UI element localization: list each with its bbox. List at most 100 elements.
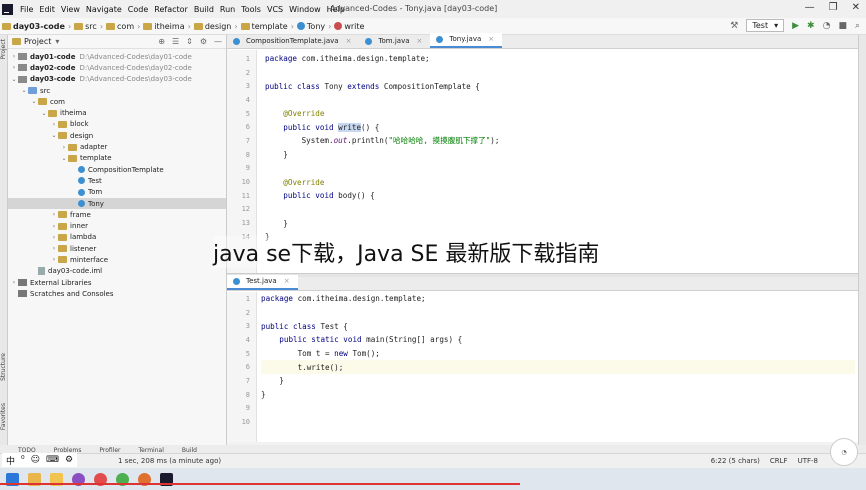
breadcrumb: day03-code › src › com › itheima › design › templa… [2,22,364,31]
menu-tools[interactable]: Tools [241,5,261,14]
tree-item[interactable]: Scratches and Consoles [8,288,226,299]
line-separator[interactable]: CRLF [770,457,788,465]
menu-vcs[interactable]: VCS [267,5,283,14]
breadcrumb-item[interactable]: › design [185,22,232,31]
tree-item[interactable]: ⌄ design [8,130,226,141]
expand-arrow-icon[interactable]: ⌄ [30,98,38,105]
tree-item[interactable]: CompositionTemplate [8,164,226,175]
code-area[interactable]: package com.itheima.design.template; publ… [265,52,855,244]
code-token: } [261,376,284,386]
tree-item[interactable]: › adapter [8,141,226,152]
tree-item[interactable]: day03-code.iml [8,266,226,277]
tree-item[interactable]: › inner [8,220,226,231]
build-hammer-icon[interactable]: ⚒ [730,21,738,31]
tree-item[interactable]: › day01-code D:\Advanced-Codes\day01-code [8,51,226,62]
file-encoding[interactable]: UTF-8 [798,457,818,465]
code-area[interactable]: package com.itheima.design.template; publ… [261,292,855,429]
code-token: Tom t = [261,349,335,359]
minimize-icon[interactable]: — [805,2,815,13]
expand-arrow-icon[interactable]: › [10,64,18,71]
project-tool-tab[interactable]: Project [0,39,7,60]
tree-item[interactable]: ⌄ day03-code D:\Advanced-Codes\day03-code [8,74,226,85]
expand-arrow-icon[interactable]: › [50,223,58,230]
maximize-icon[interactable]: ❐ [829,2,838,13]
menu-file[interactable]: File [20,5,33,14]
tree-item[interactable]: › block [8,119,226,130]
expand-arrow-icon[interactable]: › [50,121,58,128]
caret-position[interactable]: 6:22 (5 chars) [711,457,760,465]
editor-tab[interactable]: Tony.java × [430,33,503,48]
expand-arrow-icon[interactable]: › [10,279,18,286]
close-tab-icon[interactable]: × [284,277,290,285]
tree-item[interactable]: › lambda [8,232,226,243]
expand-arrow-icon[interactable]: ⌄ [50,132,58,139]
expand-arrow-icon[interactable]: ⌄ [20,87,28,94]
close-tab-icon[interactable]: × [488,35,494,43]
expand-arrow-icon[interactable]: › [50,234,58,241]
expand-arrow-icon[interactable]: ⌄ [40,110,48,117]
expand-all-icon[interactable]: ⇕ [186,37,193,46]
close-tab-icon[interactable]: × [346,37,352,45]
breadcrumb-item[interactable]: day03-code [2,22,65,31]
breadcrumb-item[interactable]: › src [65,22,97,31]
search-icon[interactable]: ⌕ [855,21,860,31]
editor-tab[interactable]: Tom.java × [359,35,430,48]
tree-item[interactable]: Test [8,175,226,186]
debug-icon[interactable]: ✱ [807,21,815,31]
expand-arrow-icon[interactable]: › [50,211,58,218]
menu-view[interactable]: View [61,5,80,14]
tree-item[interactable]: Tom [8,187,226,198]
favorites-tool-tab[interactable]: Favorites [0,403,7,430]
expand-arrow-icon[interactable]: › [50,245,58,252]
menu-refactor[interactable]: Refactor [154,5,188,14]
ime-button[interactable]: ⚙ [65,455,73,465]
coverage-icon[interactable]: ◔ [823,21,831,31]
expand-arrow-icon[interactable]: › [50,256,58,263]
hide-icon[interactable]: — [214,37,222,46]
expand-arrow-icon[interactable]: ⌄ [60,155,68,162]
tree-item[interactable]: ⌄ itheima [8,107,226,118]
tree-item[interactable]: › minterface [8,254,226,265]
menu-navigate[interactable]: Navigate [86,5,122,14]
code-line: } [265,148,855,162]
menu-window[interactable]: Window [289,5,321,14]
ime-button[interactable]: ⌨ [46,455,59,465]
run-icon[interactable]: ▶ [792,21,799,31]
menu-build[interactable]: Build [194,5,214,14]
tree-item[interactable]: › day02-code D:\Advanced-Codes\day02-code [8,62,226,73]
close-icon[interactable]: ✕ [852,2,860,13]
tree-item-label: design [70,131,94,140]
tree-item[interactable]: ⌄ com [8,96,226,107]
breadcrumb-item[interactable]: › com [97,22,134,31]
project-panel-title[interactable]: Project [24,37,51,46]
run-config-select[interactable]: Test ▾ [746,19,785,32]
structure-tool-tab[interactable]: Structure [0,353,7,381]
collapse-all-icon[interactable]: ☰ [172,37,179,46]
breadcrumb-item[interactable]: › itheima [134,22,184,31]
expand-arrow-icon[interactable]: › [10,53,18,60]
editor-tab[interactable]: CompositionTemplate.java × [227,35,359,48]
tree-item[interactable]: ⌄ template [8,153,226,164]
ime-button[interactable]: 中 [6,454,15,467]
tree-item[interactable]: › External Libraries [8,277,226,288]
expand-arrow-icon[interactable]: ⌄ [10,76,18,83]
tree-item[interactable]: › listener [8,243,226,254]
ime-button[interactable]: ⁰ [21,455,25,465]
gear-icon[interactable]: ⚙ [200,37,207,46]
menu-edit[interactable]: Edit [39,5,55,14]
chevron-down-icon[interactable]: ▾ [55,37,59,46]
locate-icon[interactable]: ⊕ [158,37,165,46]
tree-item[interactable]: Tony [8,197,226,210]
expand-arrow-icon[interactable]: › [60,144,68,151]
menu-code[interactable]: Code [128,5,148,14]
breadcrumb-item[interactable]: › Tony [288,22,325,31]
editor-tab[interactable]: Test.java × [227,275,298,290]
breadcrumb-item[interactable]: › template [231,22,287,31]
menu-run[interactable]: Run [220,5,235,14]
tree-item[interactable]: › frame [8,209,226,220]
breadcrumb-item[interactable]: › write [325,22,364,31]
close-tab-icon[interactable]: × [417,37,423,45]
ime-button[interactable]: ☺ [31,455,40,465]
tree-item[interactable]: ⌄ src [8,85,226,96]
stop-icon[interactable]: ■ [838,21,847,31]
